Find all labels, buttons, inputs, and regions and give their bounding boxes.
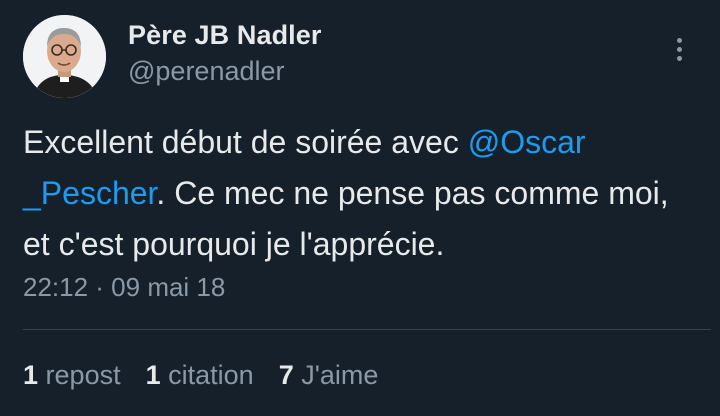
quotes-count: 1 xyxy=(145,360,161,390)
more-vertical-icon xyxy=(676,37,682,61)
avatar-illustration xyxy=(23,15,106,98)
divider xyxy=(23,329,711,330)
mention-part-1: @Oscar xyxy=(467,124,586,160)
reposts-stat[interactable]: 1 repost xyxy=(23,360,121,391)
reposts-label: repost xyxy=(45,360,121,390)
likes-count: 7 xyxy=(278,360,294,390)
quotes-label: citation xyxy=(168,360,254,390)
author-handle[interactable]: @perenadler xyxy=(128,56,285,87)
likes-label: J'aime xyxy=(301,360,379,390)
engagement-stats: 1 repost 1 citation 7 J'aime xyxy=(23,360,403,391)
tweet-text: Excellent début de soirée avec @Oscar _Pe… xyxy=(23,117,703,270)
quotes-stat[interactable]: 1 citation xyxy=(146,360,254,391)
reposts-count: 1 xyxy=(23,360,39,390)
avatar[interactable] xyxy=(23,15,106,98)
author-display-name[interactable]: Père JB Nadler xyxy=(128,20,322,51)
likes-stat[interactable]: 7 J'aime xyxy=(279,360,379,391)
tweet-text-before: Excellent début de soirée avec xyxy=(23,124,468,160)
more-options-button[interactable] xyxy=(664,30,694,68)
tweet-timestamp[interactable]: 22:12 · 09 mai 18 xyxy=(23,272,225,303)
mention-part-2: _Pescher xyxy=(23,175,157,211)
